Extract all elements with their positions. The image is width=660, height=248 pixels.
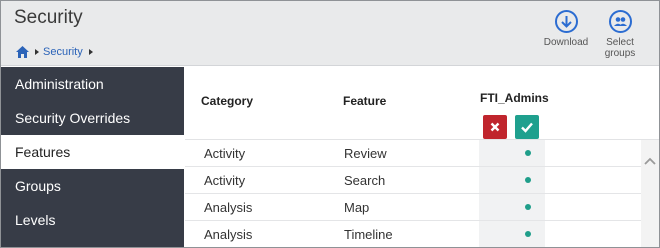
permission-dot-icon[interactable] [525, 231, 531, 237]
permission-dot-icon[interactable] [525, 150, 531, 156]
sidebar-item-groups[interactable]: Groups [1, 169, 184, 203]
table-row[interactable]: Activity Review [185, 140, 641, 167]
page-title: Security [14, 7, 83, 28]
sidebar-item-security-overrides[interactable]: Security Overrides [1, 101, 184, 135]
feature-cell: Timeline [344, 227, 393, 242]
download-label: Download [543, 37, 589, 48]
column-header-group: FTI_Admins [480, 91, 549, 105]
permission-dot-icon[interactable] [525, 204, 531, 210]
breadcrumb-separator-icon [35, 49, 39, 55]
close-icon [490, 122, 500, 132]
vertical-scrollbar[interactable] [641, 140, 659, 247]
category-cell: Analysis [204, 227, 253, 242]
checkmark-icon [521, 122, 533, 133]
breadcrumb-separator-icon [88, 49, 93, 55]
category-cell: Analysis [204, 200, 253, 215]
table-row[interactable]: Activity Search [185, 167, 641, 194]
scroll-up-chevron-icon[interactable] [641, 153, 659, 171]
table-body: Activity Review Activity Search Analysis… [185, 140, 641, 247]
sidebar: Administration Security Overrides Featur… [1, 67, 184, 247]
download-button[interactable]: Download [540, 10, 592, 48]
feature-cell: Map [344, 200, 370, 215]
feature-cell: Review [344, 146, 387, 161]
permission-dot-icon[interactable] [525, 177, 531, 183]
table-row[interactable]: Analysis Timeline [185, 221, 641, 247]
security-window: Security Security Download Select groups… [0, 0, 660, 248]
allow-all-button[interactable] [515, 115, 539, 139]
column-header-feature[interactable]: Feature [343, 94, 386, 108]
category-cell: Activity [204, 146, 246, 161]
sidebar-item-features[interactable]: Features [1, 135, 184, 169]
download-icon [554, 10, 578, 33]
category-cell: Activity [204, 173, 246, 188]
features-table: Category Feature FTI_Admins Activity Rev… [185, 67, 659, 247]
breadcrumb: Security [16, 45, 93, 59]
column-header-category[interactable]: Category [201, 94, 253, 108]
page-header: Security Security Download Select groups [1, 1, 659, 66]
select-groups-label-line2: groups [604, 48, 636, 59]
home-icon[interactable] [16, 46, 29, 58]
select-groups-button[interactable]: Select groups [594, 10, 646, 59]
sidebar-item-levels[interactable]: Levels [1, 203, 184, 237]
select-groups-label-line1: Select [606, 37, 634, 48]
groups-icon [608, 10, 632, 33]
table-row[interactable]: Analysis Map [185, 194, 641, 221]
breadcrumb-security-link[interactable]: Security [43, 46, 83, 58]
feature-cell: Search [344, 173, 386, 188]
deny-all-button[interactable] [483, 115, 507, 139]
sidebar-item-administration[interactable]: Administration [1, 67, 184, 101]
